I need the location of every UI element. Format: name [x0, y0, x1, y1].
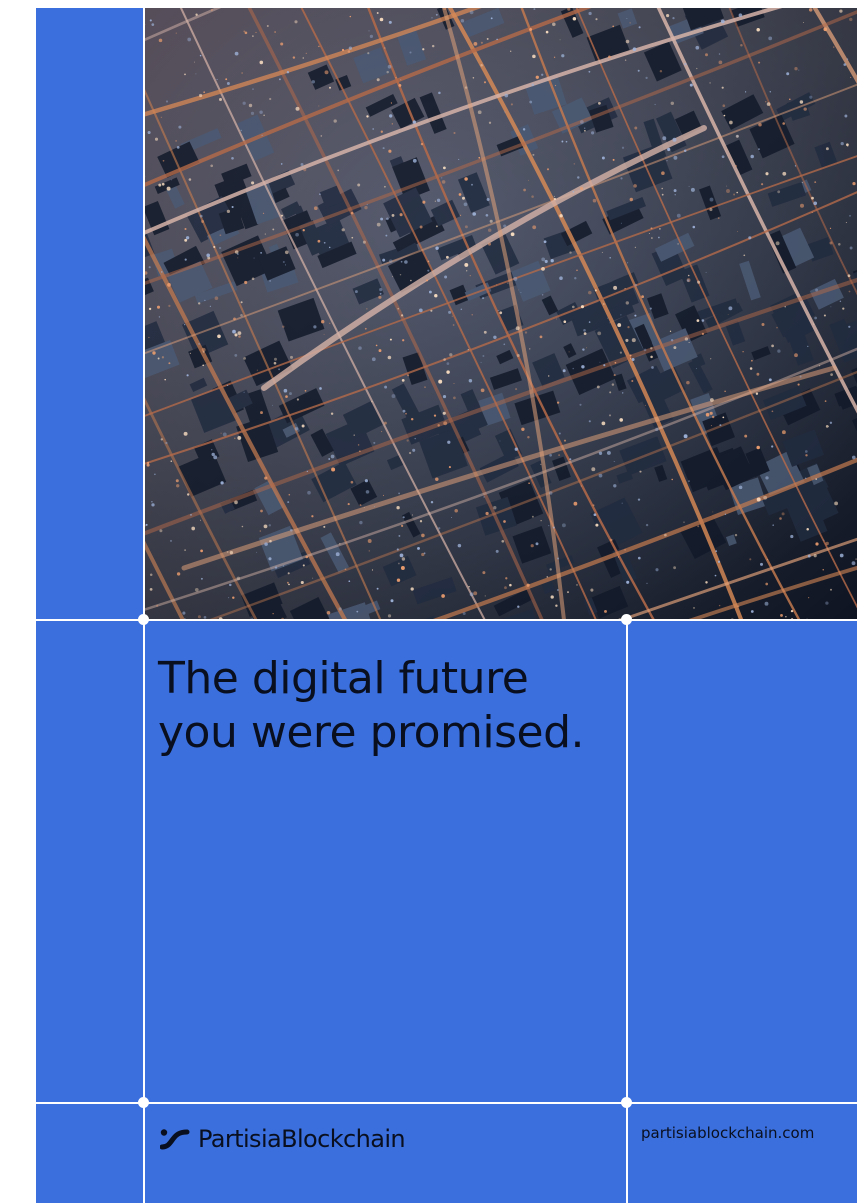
grid-node-dot [138, 614, 149, 625]
headline: The digital future you were promised. [158, 652, 628, 760]
grid-node-dot [621, 1097, 632, 1108]
partisia-logo-icon [160, 1129, 190, 1150]
website-link[interactable]: partisiablockchain.com [641, 1124, 814, 1142]
grid-node-dot [621, 614, 632, 625]
grid-node-dot [138, 1097, 149, 1108]
grid-line-vertical-left [143, 8, 145, 1203]
poster: The digital future you were promised. Pa… [36, 8, 857, 1203]
grid-line-horizontal-bottom [36, 1102, 857, 1104]
aerial-city-photo [144, 8, 857, 620]
brand-name: PartisiaBlockchain [198, 1125, 406, 1153]
headline-line-2: you were promised. [158, 707, 585, 758]
brand-logo: PartisiaBlockchain [160, 1124, 406, 1154]
city-night-image [144, 8, 857, 620]
headline-line-1: The digital future [158, 653, 529, 704]
grid-line-horizontal-top [36, 619, 857, 621]
